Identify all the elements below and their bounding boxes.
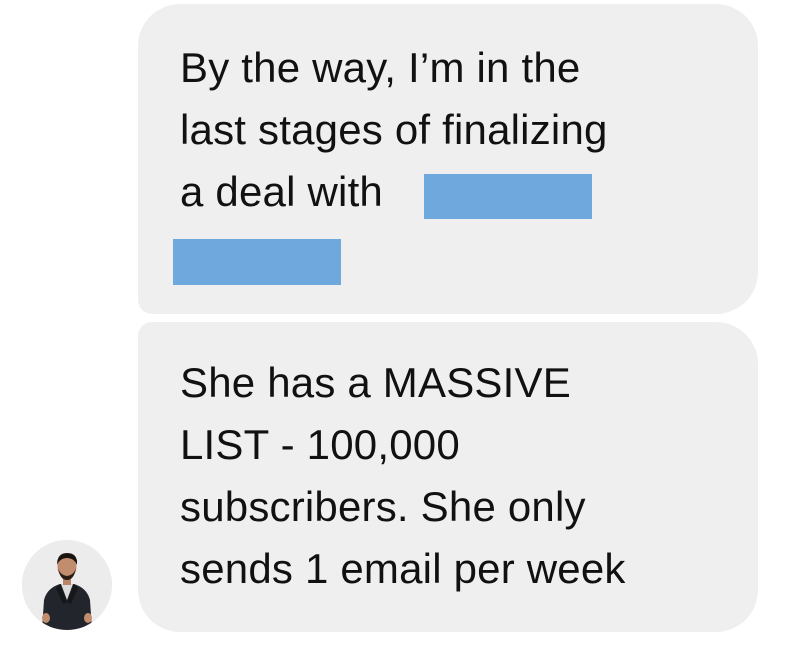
user-avatar-icon <box>22 540 112 630</box>
message-line: sends 1 email per week <box>180 545 626 592</box>
sender-avatar[interactable] <box>22 540 112 630</box>
message-thread: By the way, I’m in the last stages of fi… <box>0 0 786 652</box>
message-line: LIST - 100,000 <box>180 421 460 468</box>
redaction-box <box>424 174 592 219</box>
message-line: subscribers. She only <box>180 483 586 530</box>
redaction-box <box>173 239 341 285</box>
message-line: She has a MASSIVE <box>180 359 571 406</box>
message-bubble[interactable]: She has a MASSIVE LIST - 100,000 subscri… <box>138 322 758 632</box>
message-line: By the way, I’m in the <box>180 44 581 91</box>
message-line: last stages of finalizing <box>180 106 608 153</box>
